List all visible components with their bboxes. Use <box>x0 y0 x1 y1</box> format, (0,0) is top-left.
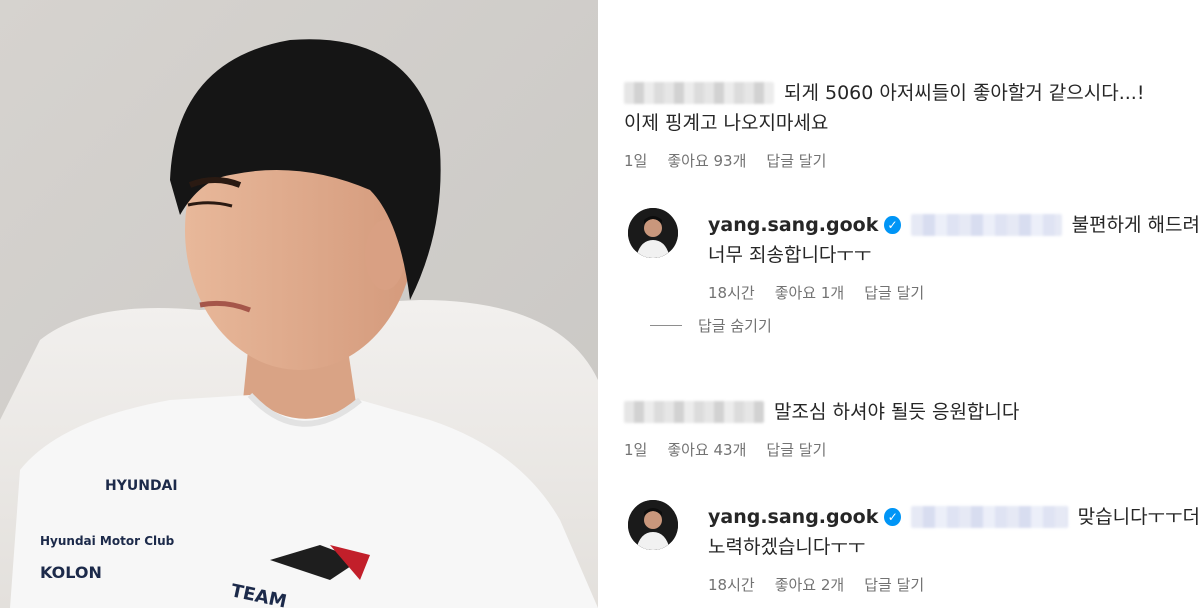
comment-1: 되게 5060 아저씨들이 좋아할거 같으시다...! 이제 핑계고 나오지마세… <box>624 78 1200 171</box>
photo: HYUNDAI Hyundai Motor Club KOLON TEAM <box>0 0 598 608</box>
reply-button[interactable]: 답글 달기 <box>766 150 826 171</box>
hide-replies-button[interactable]: 답글 숨기기 <box>650 315 772 336</box>
reply-likes[interactable]: 좋아요 1개 <box>775 282 845 303</box>
comment-line: 되게 5060 아저씨들이 좋아할거 같으시다...! <box>624 78 1200 108</box>
reply-body: yang.sang.gook ✓ 맞습니다ㅜㅜ더 노력하겠습니다ㅜㅜ 18시간 … <box>708 502 1200 595</box>
reply-time: 18시간 <box>708 576 755 594</box>
reply-line-2: 노력하겠습니다ㅜㅜ <box>708 536 866 558</box>
reply-text: 맞습니다ㅜㅜ더 <box>1077 506 1200 528</box>
reply-username[interactable]: yang.sang.gook <box>708 502 878 532</box>
comment-time: 1일 <box>624 441 648 459</box>
comment-likes[interactable]: 좋아요 43개 <box>667 439 746 460</box>
comment-time: 1일 <box>624 152 648 170</box>
verified-icon: ✓ <box>884 216 901 234</box>
reply-meta: 18시간 좋아요 2개 답글 달기 <box>708 574 1200 595</box>
reply-likes[interactable]: 좋아요 2개 <box>775 574 845 595</box>
comment-meta: 1일 좋아요 43개 답글 달기 <box>624 439 1200 460</box>
comment-text: 되게 5060 아저씨들이 좋아할거 같으시다...! <box>784 82 1145 104</box>
reply-button[interactable]: 답글 달기 <box>766 439 826 460</box>
reply-body: yang.sang.gook ✓ 불편하게 해드려 너무 죄송합니다ㅜㅜ 18시… <box>708 210 1200 303</box>
avatar[interactable] <box>628 208 678 258</box>
reply-line: yang.sang.gook ✓ 맞습니다ㅜㅜ더 <box>708 502 1200 532</box>
man-photo: HYUNDAI Hyundai Motor Club KOLON TEAM <box>0 0 598 608</box>
reply-time: 18시간 <box>708 284 755 302</box>
reply-meta: 18시간 좋아요 1개 답글 달기 <box>708 282 1200 303</box>
comment-likes[interactable]: 좋아요 93개 <box>667 150 746 171</box>
reply-button[interactable]: 답글 달기 <box>864 574 924 595</box>
avatar-icon <box>628 500 678 550</box>
blurred-username <box>624 401 764 423</box>
reply-line: yang.sang.gook ✓ 불편하게 해드려 <box>708 210 1200 240</box>
avatar-icon <box>628 208 678 258</box>
reply-username[interactable]: yang.sang.gook <box>708 210 878 240</box>
verified-icon: ✓ <box>884 508 902 526</box>
blurred-mention <box>911 506 1068 528</box>
comments-panel: 되게 5060 아저씨들이 좋아할거 같으시다...! 이제 핑계고 나오지마세… <box>602 0 1200 608</box>
svg-text:HYUNDAI: HYUNDAI <box>105 478 178 494</box>
comment-line: 말조심 하셔야 될듯 응원합니다 <box>624 397 1200 427</box>
comment-meta: 1일 좋아요 93개 답글 달기 <box>624 150 1200 171</box>
avatar[interactable] <box>628 500 678 550</box>
comment-2: 말조심 하셔야 될듯 응원합니다 1일 좋아요 43개 답글 달기 <box>624 397 1200 460</box>
reply-line-2: 너무 죄송합니다ㅜㅜ <box>708 244 872 266</box>
comment-text: 말조심 하셔야 될듯 응원합니다 <box>774 401 1020 423</box>
svg-text:Hyundai Motor Club: Hyundai Motor Club <box>40 534 175 548</box>
dash-line <box>650 325 682 326</box>
reply-button[interactable]: 답글 달기 <box>864 282 924 303</box>
comment-line-2: 이제 핑계고 나오지마세요 <box>624 112 829 134</box>
blurred-mention <box>910 214 1062 236</box>
svg-text:KOLON: KOLON <box>40 563 102 582</box>
hide-replies-label: 답글 숨기기 <box>698 317 772 335</box>
reply-text: 불편하게 해드려 <box>1071 214 1200 236</box>
blurred-username <box>624 82 774 104</box>
